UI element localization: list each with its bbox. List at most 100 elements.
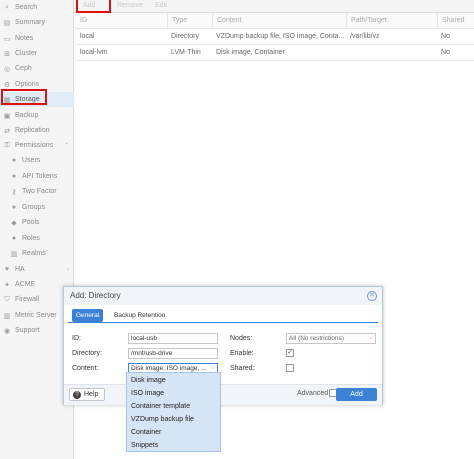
directory-label: Directory:	[72, 350, 102, 357]
user-tag-icon: ●	[11, 173, 17, 180]
sidebar-item-label: API Tokens	[22, 173, 58, 180]
tab-general[interactable]: General	[72, 309, 104, 322]
key-icon: ⚷	[11, 188, 17, 196]
sidebar-item-notes[interactable]: ▭ Notes	[0, 31, 74, 46]
dialog-add-button[interactable]: Add	[336, 388, 377, 401]
checkmark-icon: ✓	[287, 349, 293, 356]
content-label: Content:	[72, 365, 99, 372]
dialog-title: Add: Directory	[70, 291, 121, 300]
sidebar-item-label: Roles	[22, 235, 40, 242]
enable-checkbox[interactable]: ✓	[286, 349, 294, 357]
cell-id: local-lvm	[80, 49, 108, 56]
add-directory-dialog: Add: Directory ✕ General Backup Retentio…	[63, 286, 383, 405]
content-select-value: Disk image, ISO image, ...	[131, 365, 207, 372]
dropdown-option[interactable]: Container template	[131, 401, 190, 413]
dropdown-option[interactable]: ISO image	[131, 388, 164, 400]
sidebar-item-label: ACME	[15, 281, 36, 288]
shared-label: Shared:	[230, 365, 255, 372]
content-dropdown-list: Disk image ISO image Container template …	[126, 372, 221, 452]
enable-label: Enable:	[230, 350, 254, 357]
id-label: ID:	[72, 335, 81, 342]
certificate-icon: ✦	[4, 281, 10, 289]
help-button[interactable]: ? Help	[69, 388, 105, 401]
sidebar-item-label: Replication	[15, 127, 50, 134]
cell-type: Directory	[171, 33, 200, 40]
directory-input[interactable]: /mnt/usb-drive	[128, 348, 218, 359]
table-row[interactable]: local-lvm LVM-Thin Disk image, Container…	[75, 45, 474, 61]
dropdown-option[interactable]: Container	[131, 427, 161, 439]
gear-icon: ⚙	[3, 81, 11, 89]
shield-icon: ⛉	[4, 295, 10, 303]
nodes-label: Nodes:	[230, 335, 253, 342]
chevron-up-icon[interactable]: ⌃	[64, 142, 69, 149]
add-highlight-box	[76, 0, 111, 13]
id-input[interactable]: local-usb	[128, 333, 218, 344]
sidebar-item-label: Metric Server	[15, 312, 57, 319]
sidebar-item-label: Groups	[22, 204, 45, 211]
sidebar-item-label: HA	[15, 266, 25, 273]
dialog-header: Add: Directory ✕	[64, 287, 382, 305]
toolbar: Add Remove Edit	[75, 0, 474, 13]
chevron-down-icon[interactable]: ⌵	[368, 334, 373, 343]
sidebar-item-label: Cluster	[15, 50, 38, 57]
sidebar-item-permissions[interactable]: ⚿ Permissions ⌃	[0, 138, 74, 153]
sidebar-item-label: Realms	[22, 250, 46, 257]
sidebar-item-label: Summary	[15, 19, 45, 26]
remove-button[interactable]: Remove	[117, 0, 143, 12]
sidebar-item-roles[interactable]: ● Roles	[0, 231, 74, 246]
close-icon[interactable]: ✕	[367, 291, 377, 301]
sidebar-item-replication[interactable]: ⇄ Replication	[0, 123, 74, 138]
cell-shared: No	[441, 33, 450, 40]
table-row[interactable]: local Directory VZDump backup file, ISO …	[75, 29, 474, 45]
sidebar-item-label: Options	[15, 81, 40, 88]
cell-path: /var/lib/vz	[350, 33, 380, 40]
support-icon: ◉	[3, 327, 11, 335]
chevron-right-icon[interactable]: ›	[67, 267, 69, 273]
cell-content: VZDump backup file, ISO image, Conta...	[216, 33, 345, 40]
col-type-header[interactable]: Type	[167, 13, 217, 29]
tab-backup-retention[interactable]: Backup Retention	[110, 309, 169, 322]
dropdown-option[interactable]: Snippets	[131, 440, 158, 452]
sidebar-item-backup[interactable]: ▣ Backup	[0, 108, 74, 123]
dropdown-option[interactable]: Disk image	[131, 375, 166, 387]
col-path-header[interactable]: Path/Target	[346, 13, 438, 29]
storage-grid: ID Type Content Path/Target Shared local…	[75, 13, 474, 61]
sidebar-item-search[interactable]: ⌕ Search	[0, 0, 74, 15]
building-icon: ▥	[10, 250, 18, 258]
col-content-header[interactable]: Content	[212, 13, 346, 29]
search-icon: ⌕	[5, 3, 9, 11]
male-icon: ●	[11, 235, 17, 242]
sidebar-item-ha[interactable]: ♥ HA ›	[0, 262, 74, 277]
ceph-icon: ◎	[3, 65, 11, 73]
dropdown-option[interactable]: VZDump backup file	[131, 414, 194, 426]
sidebar-item-api-tokens[interactable]: ● API Tokens	[0, 169, 74, 184]
sidebar-item-groups[interactable]: ● Groups	[0, 200, 74, 215]
sidebar-item-pools[interactable]: ◆ Pools	[0, 215, 74, 230]
summary-icon: ▤	[3, 19, 11, 27]
sidebar-item-cluster[interactable]: ⊞ Cluster	[0, 46, 74, 61]
col-id-header[interactable]: ID	[76, 13, 166, 29]
cell-path	[350, 45, 439, 61]
sidebar-item-users[interactable]: ● Users	[0, 153, 74, 168]
sidebar-item-ceph[interactable]: ◎ Ceph	[0, 61, 74, 76]
cell-type: LVM-Thin	[171, 49, 201, 56]
cell-shared: No	[441, 49, 450, 56]
shared-checkbox[interactable]	[286, 364, 294, 372]
floppy-icon: ▣	[3, 112, 11, 120]
col-shared-header[interactable]: Shared	[437, 13, 474, 29]
unlock-icon: ⚿	[4, 141, 10, 149]
sidebar-item-two-factor[interactable]: ⚷ Two Factor	[0, 184, 74, 199]
help-button-label: Help	[84, 391, 99, 398]
sidebar-item-label: Ceph	[15, 65, 32, 72]
sidebar-item-label: Permissions	[15, 142, 54, 149]
sidebar-item-label: Notes	[15, 35, 34, 42]
sidebar-item-label: Pools	[22, 219, 40, 226]
nodes-select[interactable]: All (No restrictions) ⌵	[286, 333, 376, 344]
edit-button[interactable]: Edit	[155, 0, 167, 12]
sidebar-item-summary[interactable]: ▤ Summary	[0, 15, 74, 30]
sidebar-item-label: Search	[15, 4, 38, 11]
sidebar-item-label: Firewall	[15, 296, 40, 303]
sidebar-item-realms[interactable]: ▥ Realms	[0, 246, 74, 261]
advanced-label: Advanced	[297, 390, 329, 397]
tab-underline	[68, 322, 378, 323]
